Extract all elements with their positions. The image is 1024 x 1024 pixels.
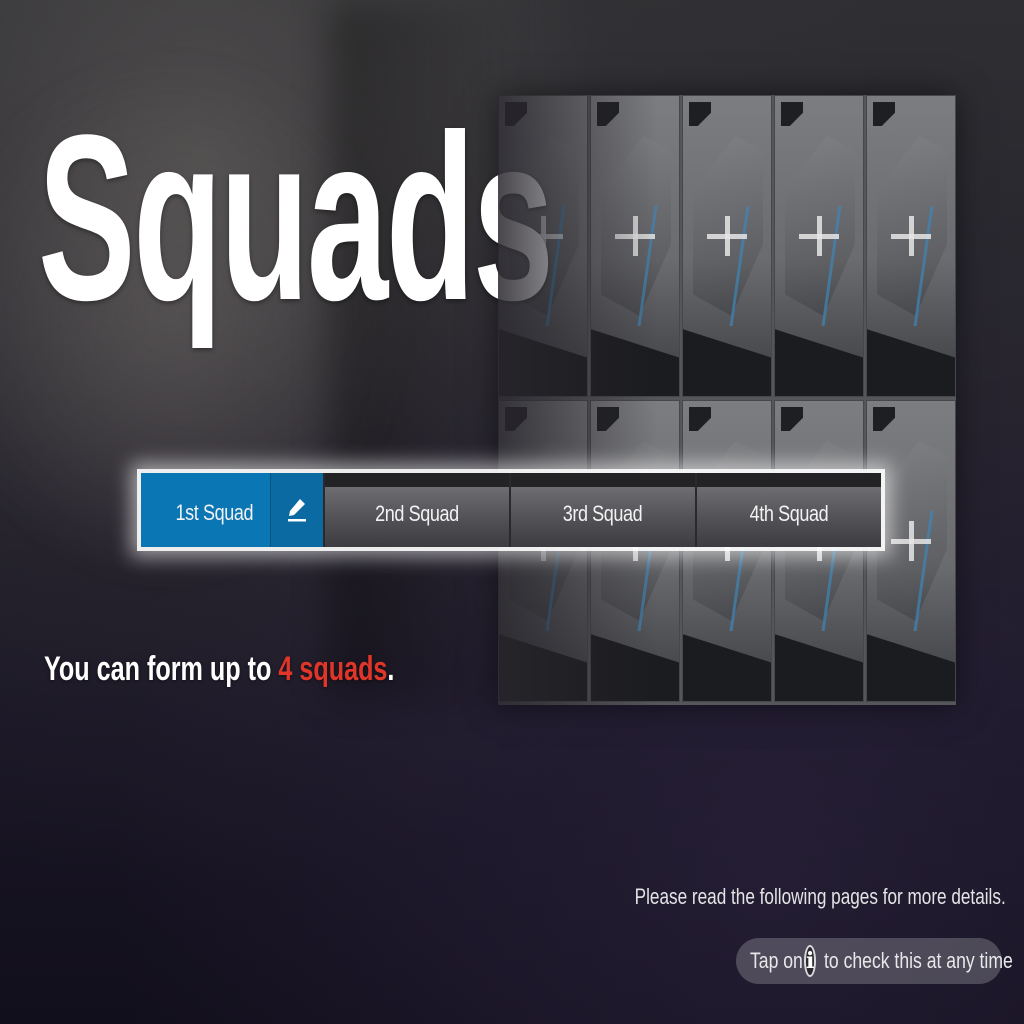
page-title: Squads (38, 86, 554, 350)
slot-tab (781, 407, 803, 431)
slot-tab (873, 102, 895, 126)
details-text: Please read the following pages for more… (634, 884, 1006, 909)
slot-band (775, 326, 863, 396)
tab-3rd-squad[interactable]: 3rd Squad (509, 473, 695, 547)
squad-slot-card (682, 95, 772, 397)
pencil-icon (288, 499, 306, 522)
plus-icon (891, 216, 931, 256)
plus-icon (799, 216, 839, 256)
preview-fade (498, 95, 658, 705)
plus-icon (707, 216, 747, 256)
tab-label: 1st Squad (175, 500, 254, 525)
squad-preview-grid (498, 95, 956, 705)
tab-label: 4th Squad (749, 501, 829, 526)
info-highlight: 4 squads (278, 650, 388, 688)
hint-after: to check this at any time (824, 948, 1014, 973)
slot-tab (781, 102, 803, 126)
squad-slot-card (774, 95, 864, 397)
squad-slot-card (682, 400, 772, 702)
edit-squad-name-button[interactable] (270, 473, 323, 547)
slot-band (683, 326, 771, 396)
slot-tab (873, 407, 895, 431)
slot-band (867, 326, 955, 396)
slot-band (867, 631, 955, 701)
squad-slot-card (774, 400, 864, 702)
slot-tab (689, 102, 711, 126)
tutorial-screen: Squads 1st Squad 2nd Squad 3rd Squad 4th… (0, 0, 1024, 1024)
tab-4th-squad[interactable]: 4th Squad (695, 473, 881, 547)
info-prefix: You can form up to (44, 650, 279, 688)
help-hint[interactable]: Tap on i to check this at any time (736, 938, 1013, 984)
tab-label: 2nd Squad (375, 501, 459, 526)
plus-icon (891, 521, 931, 561)
squad-limit-text: You can form up to 4 squads. (44, 650, 394, 689)
squad-slot-card (866, 95, 956, 397)
slot-band (775, 631, 863, 701)
tab-1st-squad[interactable]: 1st Squad (141, 473, 323, 547)
squad-tabs: 1st Squad 2nd Squad 3rd Squad 4th Squad (141, 473, 881, 547)
squad-slot-card (866, 400, 956, 702)
slot-band (683, 631, 771, 701)
hint-before: Tap on (750, 948, 803, 973)
tab-label: 3rd Squad (563, 501, 643, 526)
squad-tabs-highlight: 1st Squad 2nd Squad 3rd Squad 4th Squad (137, 469, 885, 551)
info-suffix: . (387, 650, 395, 688)
info-icon[interactable]: i (804, 945, 817, 977)
tab-2nd-squad[interactable]: 2nd Squad (323, 473, 509, 547)
slot-tab (689, 407, 711, 431)
